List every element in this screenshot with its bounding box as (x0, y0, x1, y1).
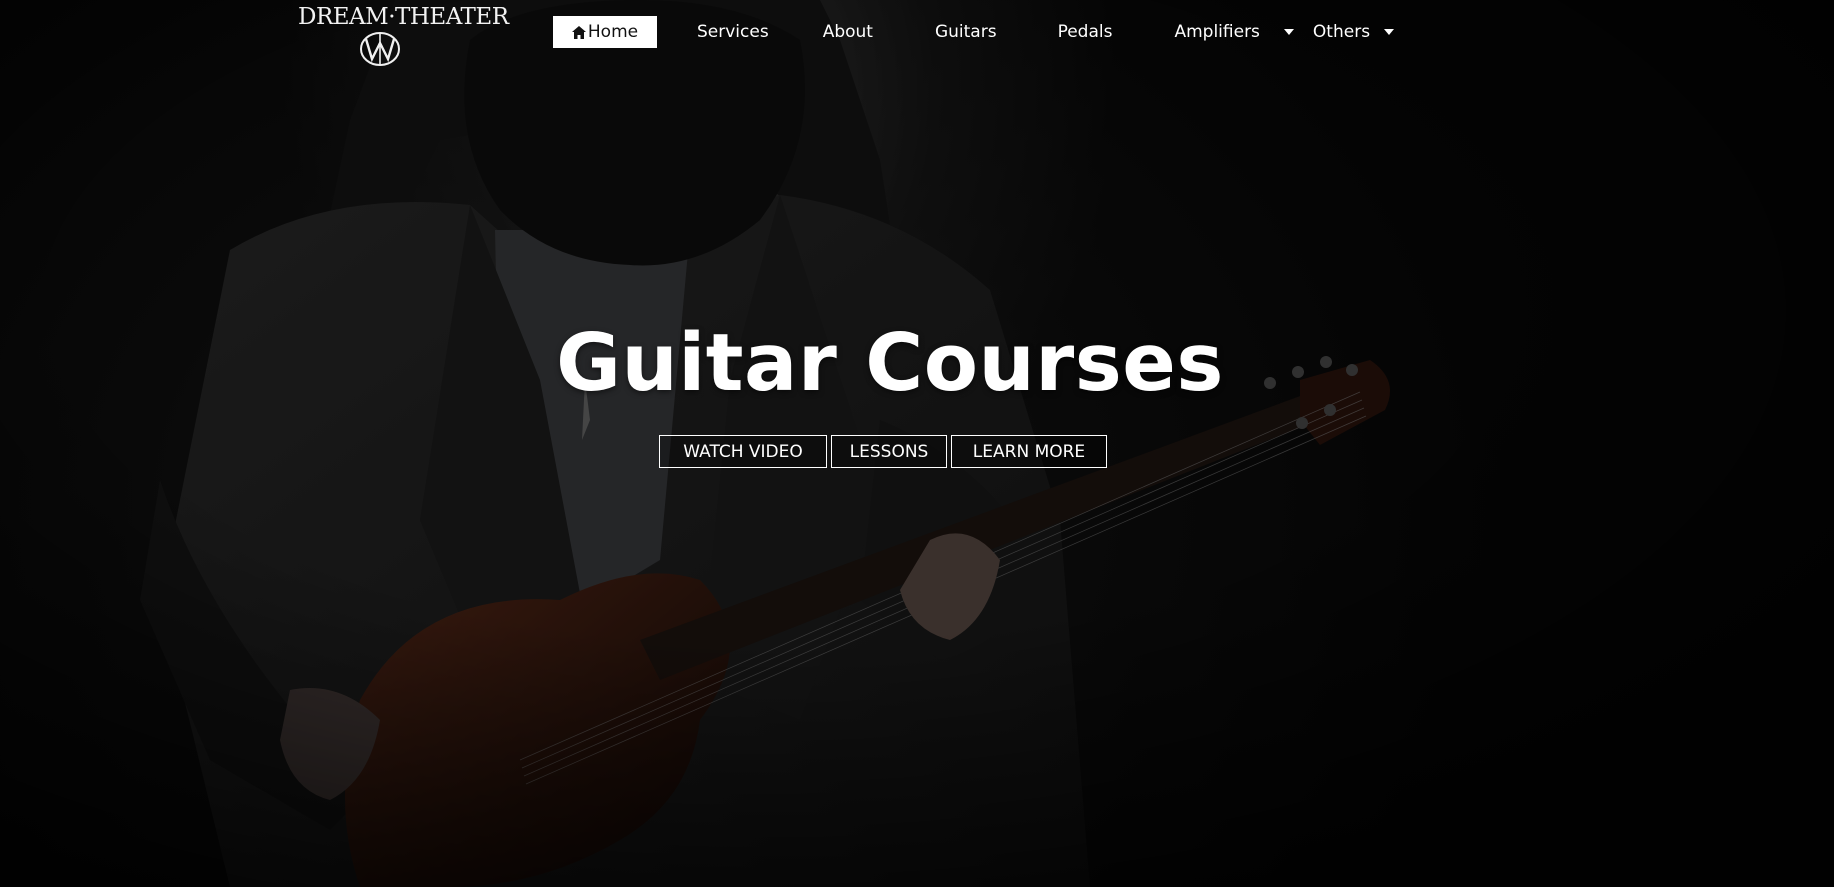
chevron-down-icon[interactable] (1384, 29, 1395, 35)
learn-more-button[interactable]: LEARN MORE (951, 435, 1107, 468)
nav-about-label: About (822, 22, 873, 42)
nav-services-label: Services (697, 22, 769, 42)
nav-item-services[interactable]: Services (697, 16, 769, 48)
nav-item-about[interactable]: About (823, 16, 873, 48)
nav-item-amplifiers[interactable]: Amplifiers (1174, 16, 1294, 48)
nav-item-others[interactable]: Others (1312, 16, 1395, 48)
logo-text: DREAM·THEATER (298, 4, 509, 30)
majesty-symbol-icon (360, 32, 400, 66)
nav-guitars-label: Guitars (934, 22, 997, 42)
nav-others-label: Others (1312, 22, 1371, 42)
lessons-button[interactable]: LESSONS (831, 435, 947, 468)
home-icon (571, 25, 586, 39)
brand-logo[interactable]: DREAM·THEATER (298, 2, 509, 67)
watch-video-button[interactable]: WATCH VIDEO (659, 435, 827, 468)
nav-pedals-label: Pedals (1057, 22, 1113, 42)
chevron-down-icon[interactable] (1283, 29, 1294, 35)
nav-amplifiers-label: Amplifiers (1174, 22, 1260, 42)
nav-item-guitars[interactable]: Guitars (935, 16, 997, 48)
hero-section: DREAM·THEATER Home Services About Guitar… (0, 0, 1834, 887)
hero-title: Guitar Courses (556, 317, 1224, 409)
nav-item-pedals[interactable]: Pedals (1058, 16, 1113, 48)
nav-item-home[interactable]: Home (553, 16, 657, 48)
hero-cta-group: WATCH VIDEO LESSONS LEARN MORE (659, 435, 1111, 468)
main-nav: Home Services About Guitars Pedals Ampli… (553, 16, 1395, 48)
nav-home-label: Home (587, 22, 639, 42)
